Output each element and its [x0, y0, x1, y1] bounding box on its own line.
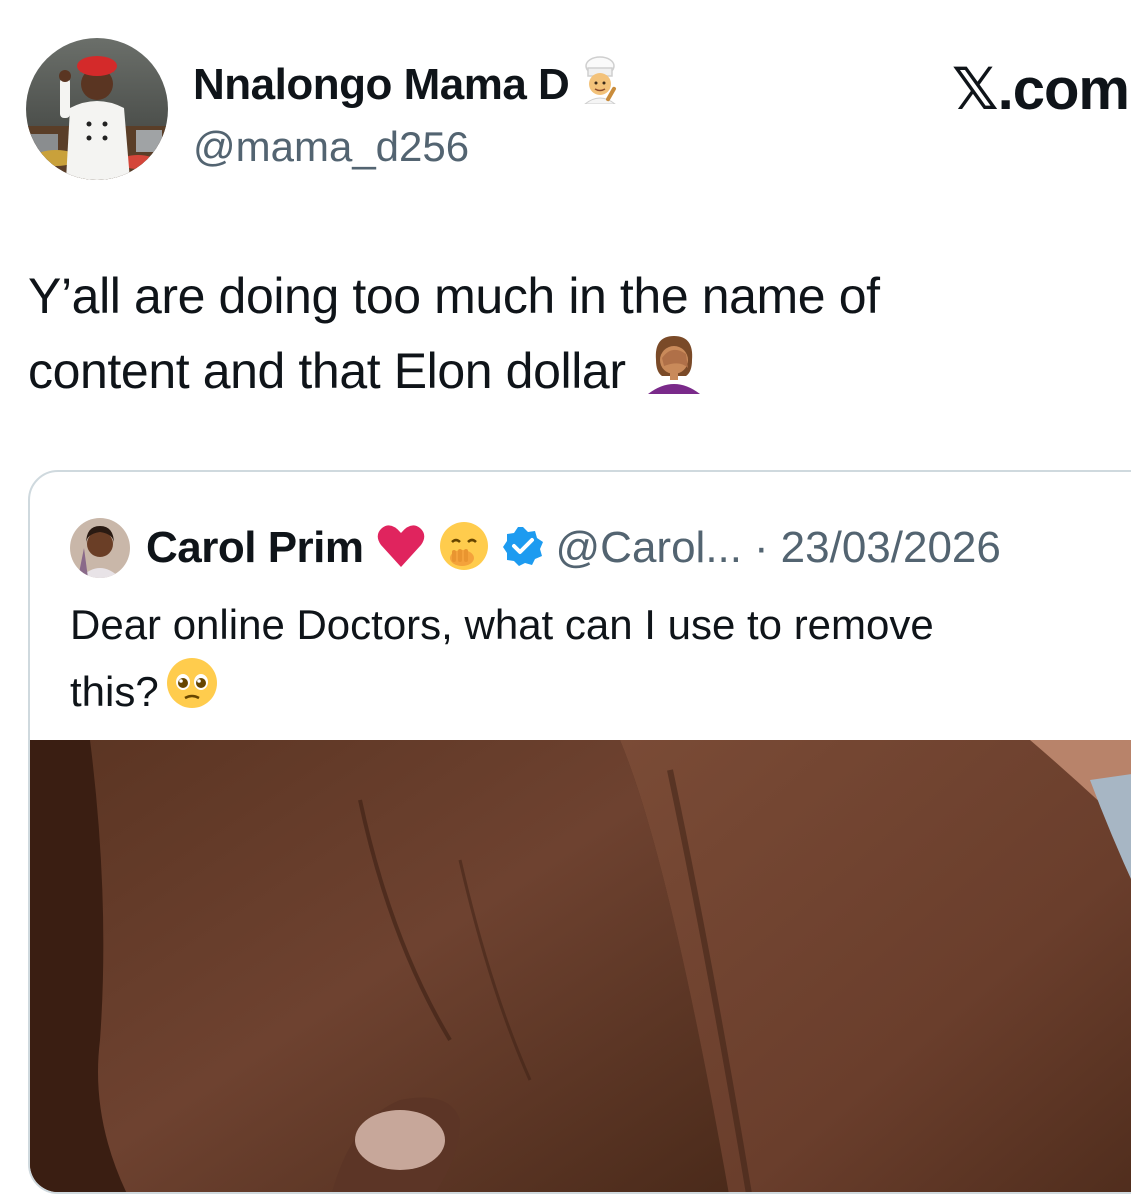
quoted-author-avatar[interactable]	[70, 518, 130, 578]
tweet-text: Y’all are doing too much in the name of …	[28, 262, 1118, 411]
quoted-tweet-text: Dear online Doctors, what can I use to r…	[70, 594, 1110, 727]
quoted-text-line-2-row: this?	[70, 656, 1110, 727]
author-info: Nnalongo Mama D @mama_d256	[193, 56, 623, 170]
tweet-text-line-1: Y’all are doing too much in the name of	[28, 268, 880, 324]
chef-emoji	[577, 56, 623, 114]
author-name[interactable]: Nnalongo Mama D	[193, 56, 623, 114]
hand-over-mouth-emoji	[438, 520, 490, 577]
tweet-text-line-2: content and that Elon dollar	[28, 342, 626, 399]
quoted-media-photo[interactable]	[30, 740, 1131, 1192]
quoted-tweet-card[interactable]: Carol Prim @Carol... · 23/03/2026 Dear o…	[28, 470, 1131, 1194]
red-heart-emoji	[376, 523, 426, 574]
quoted-text-line-1: Dear online Doctors, what can I use to r…	[70, 601, 934, 648]
tweet-text-line-2-row: content and that Elon dollar	[28, 330, 1118, 411]
author-avatar[interactable]	[26, 38, 168, 180]
quoted-author-name[interactable]: Carol Prim	[146, 523, 364, 573]
quoted-tweet-header: Carol Prim @Carol... · 23/03/2026	[70, 518, 1001, 578]
quoted-date[interactable]: 23/03/2026	[781, 523, 1001, 573]
pleading-face-emoji	[165, 656, 219, 727]
verified-badge-icon	[502, 525, 544, 572]
quoted-author-handle[interactable]: @Carol...	[556, 523, 742, 573]
author-name-text: Nnalongo Mama D	[193, 60, 570, 109]
x-com-logo: 𝕏.com	[951, 57, 1130, 122]
woman-facepalming-emoji	[642, 330, 706, 411]
tweet-header: Nnalongo Mama D @mama_d256 𝕏.com	[26, 38, 1131, 183]
author-handle[interactable]: @mama_d256	[193, 124, 623, 170]
quoted-text-line-2: this?	[70, 667, 159, 715]
meta-separator: ·	[754, 523, 769, 572]
